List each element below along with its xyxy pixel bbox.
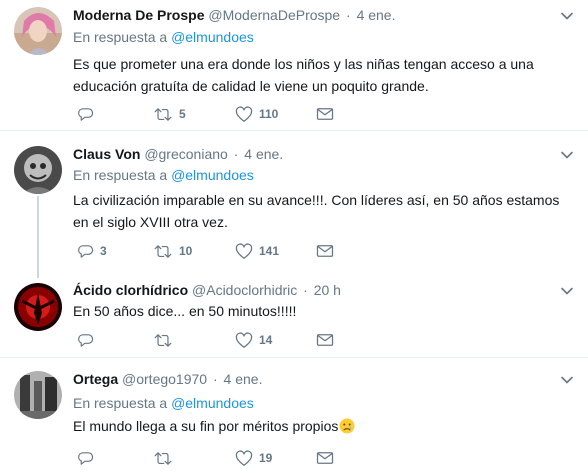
retweet-button[interactable]	[153, 448, 179, 468]
retweet-icon	[154, 244, 172, 258]
reply-prefix: En respuesta a	[73, 167, 168, 183]
tweet-header: Ortega @ortego1970 · 4 ene.	[73, 369, 262, 389]
message-button[interactable]	[316, 448, 334, 468]
reply-button[interactable]: 3	[77, 241, 107, 261]
message-button[interactable]	[316, 104, 334, 124]
reply-icon	[78, 333, 94, 347]
caret-down-icon[interactable]	[560, 148, 574, 162]
retweet-icon	[154, 451, 172, 465]
reply-count: 3	[100, 244, 107, 258]
avatar[interactable]	[14, 283, 62, 331]
like-icon	[235, 105, 253, 122]
tweet[interactable]: Ortega @ortego1970 · 4 ene. En respuesta…	[0, 371, 588, 471]
timestamp[interactable]: 20 h	[314, 282, 341, 298]
like-button[interactable]: 14	[235, 330, 272, 350]
retweet-count: 5	[179, 107, 186, 121]
separator-dot: ·	[303, 282, 308, 298]
tweet-header: Ácido clorhídrico @Acidoclorhidric · 20 …	[73, 280, 341, 300]
caret-down-icon[interactable]	[560, 284, 574, 298]
username[interactable]: @ortego1970	[122, 371, 207, 387]
message-icon	[316, 108, 334, 120]
retweet-button[interactable]: 10	[153, 241, 192, 261]
mention-link[interactable]: @elmundoes	[171, 167, 254, 183]
tweet-header: Moderna De Prospe @ModernaDeProspe · 4 e…	[73, 5, 396, 25]
separator-dot: ·	[346, 7, 351, 23]
like-count: 110	[259, 107, 279, 121]
timestamp[interactable]: 4 ene.	[224, 371, 263, 387]
retweet-icon	[154, 333, 172, 347]
like-icon	[235, 449, 253, 466]
separator-dot: ·	[233, 146, 239, 162]
mention-link[interactable]: @elmundoes	[171, 29, 254, 45]
like-count: 141	[259, 244, 280, 258]
username[interactable]: @greconiano	[144, 146, 228, 162]
reply-icon	[78, 107, 94, 121]
display-name[interactable]: Moderna De Prospe	[73, 7, 204, 23]
tweet-text: El mundo llega a su fin por méritos prop…	[73, 415, 573, 437]
like-count: 14	[259, 333, 273, 347]
tweet[interactable]: Moderna De Prospe @ModernaDeProspe · 4 e…	[0, 7, 588, 127]
message-button[interactable]	[316, 241, 334, 261]
caret-down-icon[interactable]	[560, 9, 574, 23]
like-icon	[235, 242, 253, 259]
timestamp[interactable]: 4 ene.	[244, 146, 283, 162]
reply-button[interactable]	[77, 104, 100, 124]
retweet-button[interactable]: 5	[153, 104, 186, 124]
display-name[interactable]: Ácido clorhídrico	[73, 282, 188, 298]
mention-link[interactable]: @elmundoes	[171, 395, 254, 411]
reply-icon	[78, 244, 94, 258]
reply-prefix: En respuesta a	[73, 29, 168, 45]
retweet-count: 10	[179, 244, 193, 258]
divider	[0, 130, 588, 131]
tweet-text-line: educación gratuíta de calidad le viene u…	[73, 78, 429, 94]
separator-dot: ·	[212, 371, 218, 387]
tweet-text: La civilización imparable en su avance!!…	[73, 189, 573, 233]
reply-button[interactable]	[77, 448, 100, 468]
reply-context: En respuesta a @elmundoes	[73, 165, 254, 185]
reply-icon	[78, 451, 94, 465]
tweet[interactable]: Claus Von @greconiano · 4 ene. En respue…	[0, 146, 588, 264]
avatar[interactable]	[14, 371, 62, 419]
like-count: 19	[259, 451, 273, 465]
crying-face-emoji	[339, 418, 355, 434]
display-name[interactable]: Ortega	[73, 371, 118, 387]
retweet-button[interactable]	[153, 330, 179, 350]
like-button[interactable]: 19	[235, 448, 272, 468]
message-button[interactable]	[316, 330, 334, 350]
reply-prefix: En respuesta a	[73, 395, 168, 411]
reply-context: En respuesta a @elmundoes	[73, 27, 254, 47]
like-button[interactable]: 110	[235, 104, 278, 124]
tweet-header: Claus Von @greconiano · 4 ene.	[73, 144, 283, 164]
tweet-text: En 50 años dice... en 50 minutos!!!!!	[73, 300, 573, 322]
message-icon	[316, 334, 334, 346]
reply-button[interactable]	[77, 330, 100, 350]
tweet-text-line: Es que prometer una era donde los niños …	[73, 56, 534, 72]
display-name[interactable]: Claus Von	[73, 146, 140, 162]
timestamp[interactable]: 4 ene.	[357, 7, 396, 23]
reply-context: En respuesta a @elmundoes	[73, 393, 254, 413]
tweet[interactable]: Ácido clorhídrico @Acidoclorhidric · 20 …	[0, 280, 588, 350]
retweet-icon	[154, 107, 172, 121]
avatar[interactable]	[14, 146, 62, 194]
message-icon	[316, 245, 334, 257]
tweet-text: Es que prometer una era donde los niños …	[73, 53, 573, 97]
caret-down-icon[interactable]	[560, 373, 574, 387]
tweet-feed: Moderna De Prospe @ModernaDeProspe · 4 e…	[0, 0, 588, 473]
avatar[interactable]	[14, 7, 62, 55]
divider	[0, 357, 588, 358]
username[interactable]: @ModernaDeProspe	[208, 7, 340, 23]
tweet-text-line: La civilización imparable en su avance!!…	[73, 192, 560, 208]
tweet-text-line: En 50 años dice... en 50 minutos!!!!!	[73, 303, 297, 319]
like-icon	[235, 331, 253, 348]
tweet-text-line: El mundo llega a su fin por méritos prop…	[73, 418, 339, 434]
tweet-text-line: en el siglo XVIII otra vez.	[73, 214, 228, 230]
message-icon	[316, 452, 334, 464]
like-button[interactable]: 141	[235, 241, 279, 261]
username[interactable]: @Acidoclorhidric	[192, 282, 297, 298]
